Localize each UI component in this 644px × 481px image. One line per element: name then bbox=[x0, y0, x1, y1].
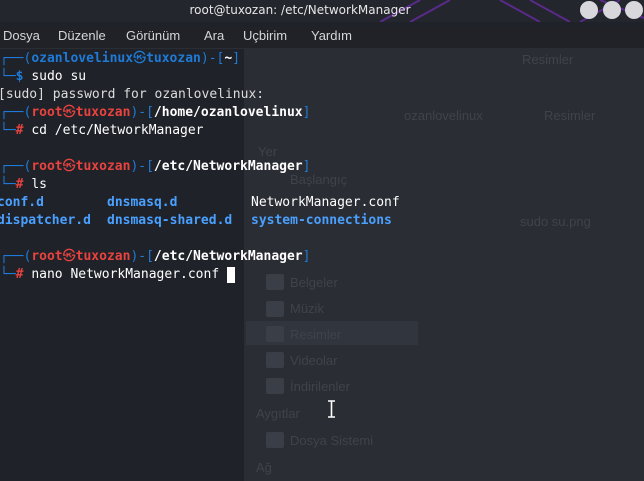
ls-entry-dir: system-connections bbox=[251, 213, 392, 228]
prompt-path: /home/ozanlovelinux bbox=[153, 105, 303, 120]
prompt-host: tuxozan bbox=[75, 159, 131, 174]
menu-view[interactable]: Görünüm bbox=[126, 28, 180, 43]
prompt-header: ┌──(ozanlovelinux㉿tuxozan)-[~] bbox=[0, 51, 241, 66]
command-line: └─$ sudo su bbox=[0, 69, 87, 84]
ls-entry-file: NetworkManager.conf bbox=[251, 195, 400, 210]
close-button[interactable] bbox=[625, 1, 643, 19]
prompt-user: root bbox=[31, 159, 63, 174]
ls-entry-dir: dispatcher.d bbox=[0, 213, 91, 228]
command-line: └─# ls bbox=[0, 177, 47, 192]
prompt-user: root bbox=[31, 249, 63, 264]
command-text: nano NetworkManager.conf bbox=[31, 267, 220, 282]
ls-entry-dir: conf.d bbox=[0, 195, 44, 210]
prompt-path: /etc/NetworkManager bbox=[153, 249, 303, 264]
prompt-user: ozanlovelinux bbox=[31, 51, 134, 66]
menu-help[interactable]: Yardım bbox=[311, 28, 352, 43]
ls-entry-dir: dnsmasq.d bbox=[107, 195, 178, 210]
menu-terminal[interactable]: Uçbirim bbox=[243, 28, 287, 43]
prompt-header: ┌──(root㉿tuxozan)-[/home/ozanlovelinux] bbox=[0, 105, 311, 120]
prompt-path: ~ bbox=[224, 51, 233, 66]
command-text: ls bbox=[31, 177, 47, 192]
prompt-host: tuxozan bbox=[75, 249, 131, 264]
command-line: └─# cd /etc/NetworkManager bbox=[0, 123, 204, 138]
terminal-output[interactable]: ┌──(ozanlovelinux㉿tuxozan)-[~] └─$ sudo … bbox=[0, 48, 644, 481]
menu-bar: Dosya Düzenle Görünüm Ara Uçbirim Yardım bbox=[0, 26, 644, 49]
prompt-header: ┌──(root㉿tuxozan)-[/etc/NetworkManager] bbox=[0, 249, 311, 264]
command-text: sudo su bbox=[31, 69, 87, 84]
prompt-user: root bbox=[31, 105, 63, 120]
prompt-path: /etc/NetworkManager bbox=[153, 159, 303, 174]
menu-edit[interactable]: Düzenle bbox=[58, 28, 106, 43]
menu-file[interactable]: Dosya bbox=[3, 28, 40, 43]
prompt-header: ┌──(root㉿tuxozan)-[/etc/NetworkManager] bbox=[0, 159, 311, 174]
window-title: root@tuxozan: /etc/NetworkManager bbox=[189, 3, 411, 17]
title-bar: root@tuxozan: /etc/NetworkManager bbox=[0, 0, 644, 22]
menu-search[interactable]: Ara bbox=[204, 28, 224, 43]
prompt-host: tuxozan bbox=[75, 105, 131, 120]
text-cursor bbox=[227, 267, 235, 283]
prompt-host: tuxozan bbox=[146, 51, 201, 66]
maximize-button[interactable] bbox=[603, 1, 621, 19]
sudo-prompt-output: [sudo] password for ozanlovelinux: bbox=[0, 87, 265, 102]
command-text: cd /etc/NetworkManager bbox=[31, 123, 204, 138]
command-line: └─# nano NetworkManager.conf bbox=[0, 267, 220, 282]
ls-entry-dir: dnsmasq-shared.d bbox=[107, 213, 233, 228]
text-cursor-ibeam-icon bbox=[328, 400, 335, 418]
minimize-button[interactable] bbox=[580, 1, 598, 19]
